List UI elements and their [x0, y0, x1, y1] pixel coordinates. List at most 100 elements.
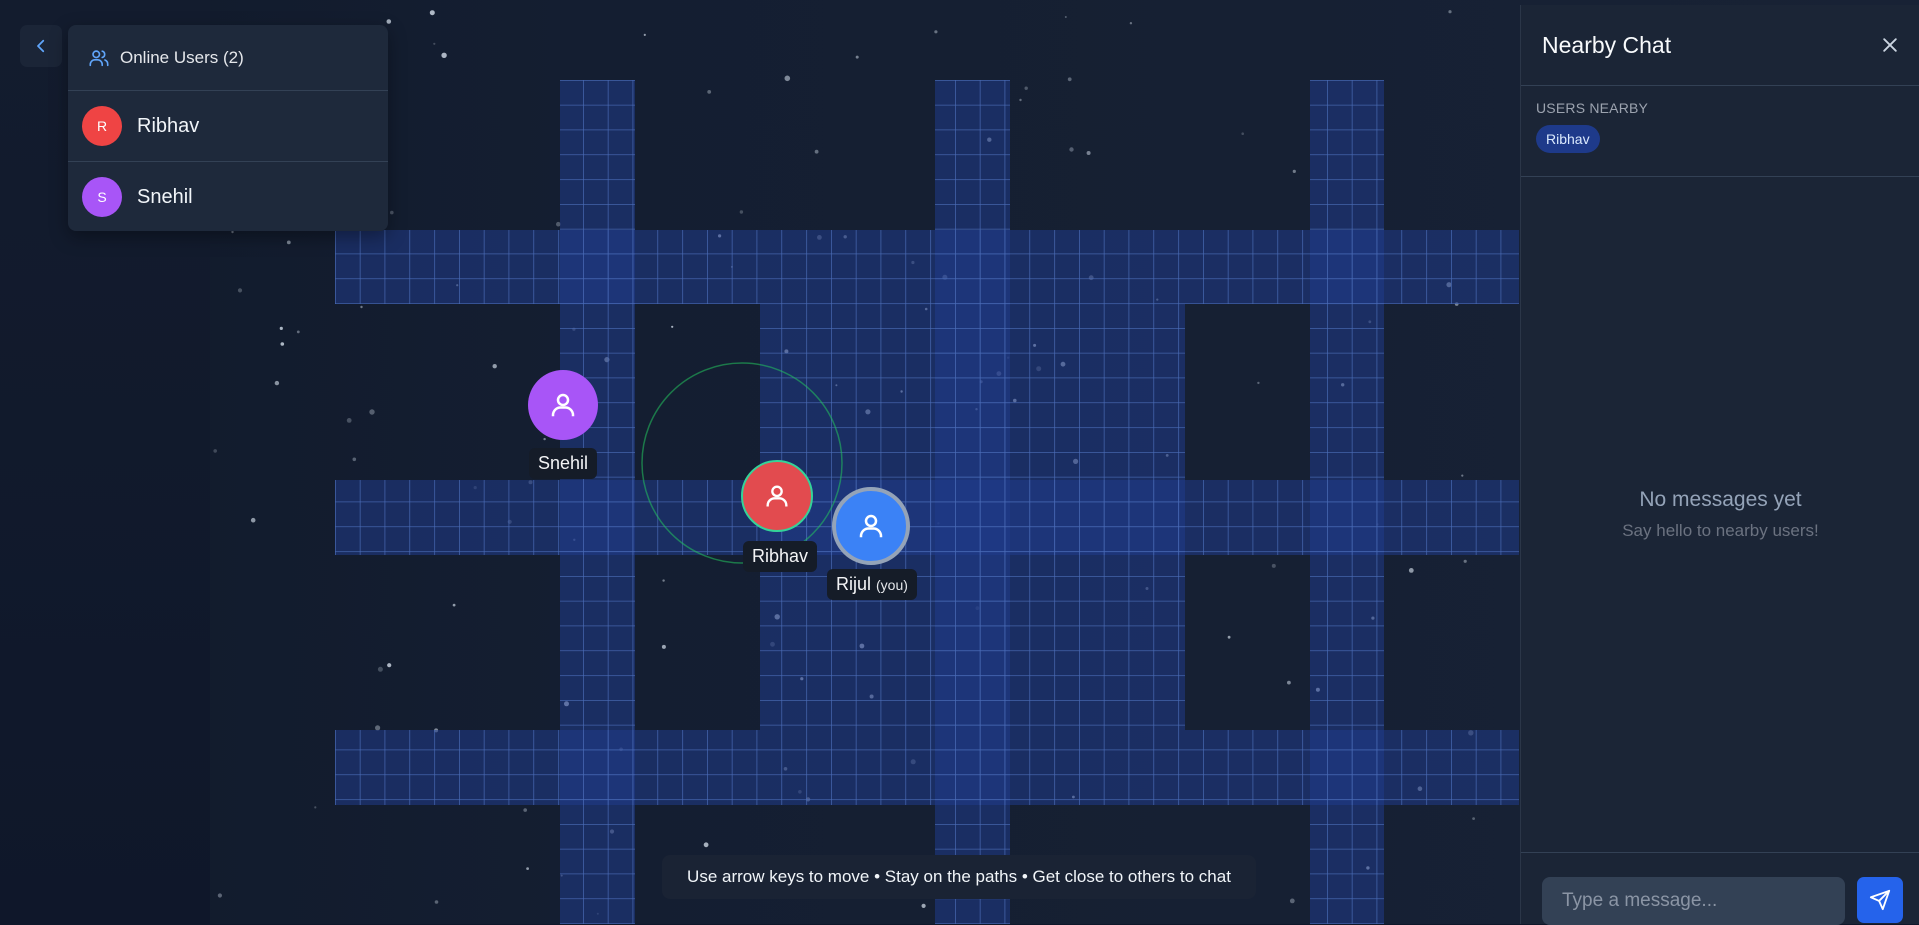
online-user-ribhav[interactable]: R Ribhav: [68, 91, 388, 161]
player-snehil-label: Snehil: [529, 448, 598, 479]
player-rijul-avatar[interactable]: [832, 487, 910, 565]
star: [1227, 635, 1231, 639]
back-button[interactable]: [20, 25, 62, 67]
player-name: Snehil: [538, 453, 589, 473]
star: [784, 75, 791, 82]
central-plaza: [760, 304, 1185, 730]
star: [352, 457, 357, 462]
online-user-snehil[interactable]: S Snehil: [68, 161, 388, 231]
player-name: Rijul: [836, 574, 872, 594]
star: [296, 330, 300, 334]
message-input[interactable]: [1542, 877, 1845, 925]
star: [526, 867, 529, 870]
player-ribhav-label: Ribhav: [743, 541, 818, 572]
close-chat-button[interactable]: [1880, 35, 1900, 55]
avatar: R: [82, 106, 122, 146]
empty-state-title: No messages yet: [1639, 488, 1802, 511]
star: [250, 517, 256, 523]
online-user-name: Ribhav: [137, 114, 200, 137]
close-icon: [1883, 38, 1897, 52]
star: [739, 210, 744, 214]
send-icon: [1869, 889, 1891, 911]
star: [1292, 169, 1296, 173]
you-indicator: (you): [876, 576, 908, 593]
star: [434, 900, 439, 904]
star: [237, 288, 243, 293]
star: [814, 149, 819, 154]
star: [543, 437, 546, 441]
user-icon: [859, 514, 883, 538]
star: [279, 326, 283, 330]
star: [360, 305, 363, 309]
online-users-title: Online Users (2): [120, 47, 244, 67]
users-nearby-section: USERS NEARBY Ribhav: [1521, 86, 1919, 177]
path-row-1: [335, 230, 1519, 304]
users-icon: [89, 49, 109, 66]
player-rijul-label: Rijul (you): [827, 569, 917, 600]
star: [1129, 22, 1133, 25]
star: [1024, 86, 1028, 90]
nearby-chat-panel: Nearby Chat USERS NEARBY Ribhav No messa…: [1520, 5, 1919, 925]
star: [1472, 817, 1475, 820]
message-composer: [1521, 852, 1919, 925]
star: [643, 33, 646, 37]
star: [386, 19, 392, 24]
nearby-user-chip[interactable]: Ribhav: [1536, 125, 1600, 153]
star: [387, 663, 392, 668]
star: [369, 409, 375, 415]
star: [314, 806, 317, 809]
star: [523, 808, 527, 812]
online-users-panel: Online Users (2) R Ribhav S Snehil: [68, 25, 388, 231]
star: [429, 10, 435, 16]
star: [274, 380, 280, 386]
star: [1289, 898, 1295, 904]
online-users-header: Online Users (2): [68, 25, 388, 91]
star: [1461, 474, 1464, 477]
star: [855, 55, 859, 59]
star: [1257, 381, 1260, 385]
chat-title: Nearby Chat: [1542, 31, 1672, 58]
star: [1287, 680, 1291, 685]
star: [1019, 98, 1022, 102]
avatar-initial: R: [96, 118, 108, 134]
user-icon: [551, 393, 575, 417]
message-list: No messages yet Say hello to nearby user…: [1521, 177, 1919, 852]
player-ribhav-avatar[interactable]: [741, 460, 813, 532]
star: [1241, 132, 1244, 135]
star: [1448, 10, 1452, 14]
player-snehil-avatar[interactable]: [528, 370, 598, 440]
player-name: Ribhav: [752, 546, 809, 566]
star: [934, 30, 938, 34]
path-row-3: [335, 730, 1519, 805]
send-button[interactable]: [1857, 877, 1903, 923]
star: [390, 210, 394, 215]
star: [661, 644, 666, 649]
star: [1067, 77, 1072, 82]
empty-state-subtitle: Say hello to nearby users!: [1622, 521, 1819, 540]
star: [452, 603, 456, 607]
star: [280, 342, 285, 346]
star: [556, 221, 561, 227]
star: [346, 418, 352, 423]
star: [1463, 559, 1467, 563]
star: [377, 666, 383, 672]
walkable-paths: [335, 80, 1519, 924]
star: [492, 364, 497, 369]
avatar-initial: S: [97, 189, 107, 205]
star: [286, 240, 291, 245]
star: [707, 90, 712, 94]
star: [1271, 563, 1276, 568]
star: [671, 325, 674, 328]
star: [231, 230, 234, 234]
online-user-name: Snehil: [137, 185, 193, 208]
star: [433, 42, 436, 45]
star: [213, 449, 217, 453]
star: [1064, 16, 1067, 18]
star: [1408, 568, 1414, 573]
chevron-left-icon: [37, 39, 45, 53]
controls-hint: Use arrow keys to move • Stay on the pat…: [662, 855, 1256, 899]
avatar: S: [82, 177, 122, 217]
star: [375, 725, 381, 731]
chat-header: Nearby Chat: [1521, 5, 1919, 86]
star: [217, 893, 222, 898]
